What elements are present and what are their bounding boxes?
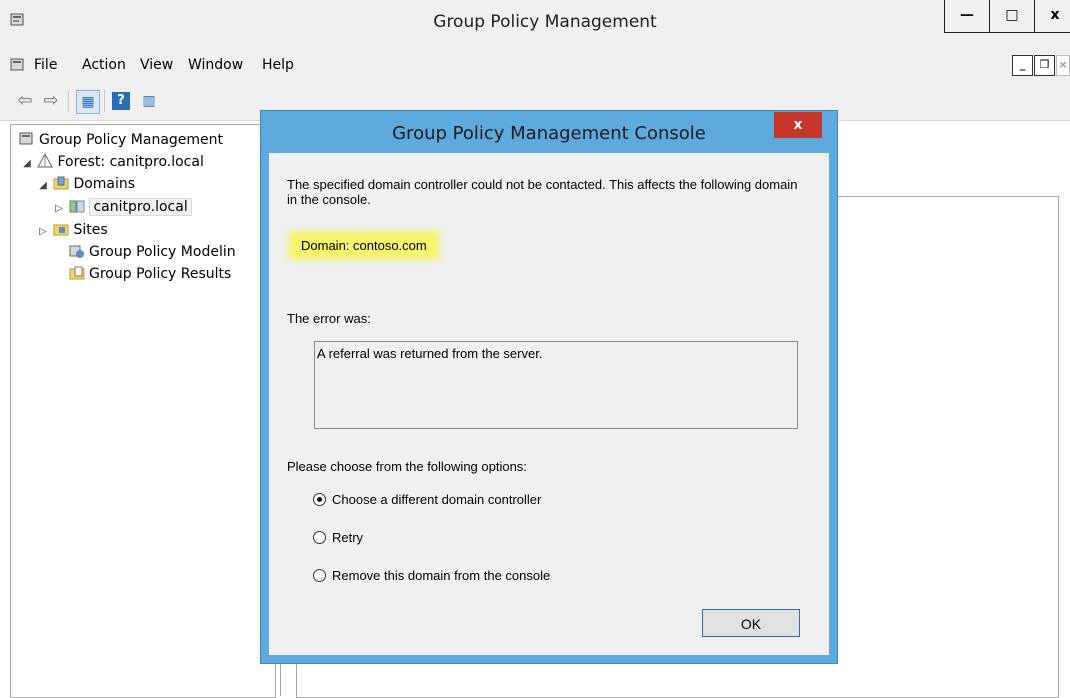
ok-button[interactable]: OK (702, 609, 800, 637)
domain-icon (69, 200, 85, 213)
tree-item-domains[interactable]: ◢ Domains (37, 173, 135, 195)
tree-label: Group Policy Modelin (89, 244, 236, 260)
collapse-arrow-icon[interactable]: ◢ (21, 153, 33, 175)
forest-icon (37, 153, 54, 168)
radio-button[interactable] (313, 569, 326, 582)
tree-label: Group Policy Results (89, 266, 232, 282)
radio-button[interactable] (313, 531, 326, 544)
domains-folder-icon (53, 176, 69, 190)
tree-item-modeling[interactable]: Group Policy Modelin (69, 241, 236, 263)
collapse-arrow-icon[interactable]: ◢ (37, 175, 49, 197)
options-label: Please choose from the following options… (287, 459, 527, 474)
results-icon (69, 266, 85, 280)
tree-item-results[interactable]: Group Policy Results (69, 263, 231, 285)
show-hide-tree-icon[interactable]: ▦ (76, 90, 100, 114)
back-arrow-icon[interactable]: ⇦ (14, 90, 36, 112)
expand-arrow-icon[interactable]: ▷ (53, 198, 65, 220)
tree-item-forest[interactable]: ◢ Forest: canitpro.local (21, 151, 204, 173)
error-message: The specified domain controller could no… (287, 177, 798, 207)
menu-file[interactable]: File (34, 57, 57, 73)
menu-help[interactable]: Help (262, 57, 294, 73)
dialog-body: The specified domain controller could no… (269, 153, 829, 655)
option-label: Choose a different domain controller (332, 492, 542, 507)
tree-label: canitpro.local (89, 198, 192, 216)
window-titlebar: Group Policy Management — □ x (0, 0, 1070, 49)
option-remove-domain[interactable]: Remove this domain from the console (313, 567, 550, 585)
mdi-restore-button[interactable]: ❐ (1034, 55, 1055, 76)
mdi-close-button[interactable]: × (1056, 55, 1070, 76)
error-label: The error was: (287, 311, 371, 326)
tree-label: Group Policy Management (39, 132, 224, 148)
dialog-title: Group Policy Management Console (392, 123, 706, 144)
help-icon[interactable]: ? (112, 92, 130, 110)
close-window-button[interactable]: x (1034, 0, 1070, 33)
gpm-root-icon (19, 132, 33, 145)
expand-arrow-icon[interactable]: ▷ (37, 221, 49, 243)
mdi-minimize-button[interactable]: _ (1012, 55, 1033, 76)
option-different-dc[interactable]: Choose a different domain controller (313, 491, 541, 509)
option-label: Retry (332, 530, 364, 545)
tree-label: Sites (73, 222, 108, 238)
menu-action[interactable]: Action (82, 57, 126, 73)
maximize-button[interactable]: □ (989, 0, 1034, 33)
window-title: Group Policy Management (433, 12, 657, 32)
toolbar-separator (104, 90, 105, 112)
tree-item-sites[interactable]: ▷ Sites (37, 219, 108, 241)
tree-label: Domains (73, 176, 136, 192)
menu-view[interactable]: View (140, 57, 173, 73)
toolbar-separator (68, 90, 69, 112)
forward-arrow-icon[interactable]: ⇨ (40, 90, 62, 112)
modeling-icon (69, 245, 84, 258)
menu-bar: File Action View Window Help _ ❐ × (0, 48, 1070, 82)
system-menu-icon[interactable] (10, 57, 26, 73)
action-pane-icon[interactable]: ▥ (138, 90, 160, 112)
tree-label: Forest: canitpro.local (57, 154, 204, 170)
sites-folder-icon (53, 224, 69, 236)
option-retry[interactable]: Retry (313, 529, 363, 547)
menu-window[interactable]: Window (188, 57, 243, 73)
tree-item-root[interactable]: Group Policy Management (19, 129, 223, 151)
option-label: Remove this domain from the console (332, 568, 551, 583)
tree-item-canitpro-local[interactable]: ▷ canitpro.local (53, 196, 192, 218)
console-tree[interactable]: Group Policy Management ◢ Forest: canitp… (10, 124, 276, 698)
error-detail-box: A referral was returned from the server. (314, 341, 798, 429)
dialog-close-button[interactable]: x (774, 112, 822, 138)
affected-domain: Domain: contoso.com (293, 235, 435, 256)
minimize-button[interactable]: — (944, 0, 989, 33)
error-detail-text: A referral was returned from the server. (317, 346, 543, 361)
gpmc-dialog: Group Policy Management Console x The sp… (260, 110, 838, 664)
radio-button-checked[interactable] (313, 493, 326, 506)
